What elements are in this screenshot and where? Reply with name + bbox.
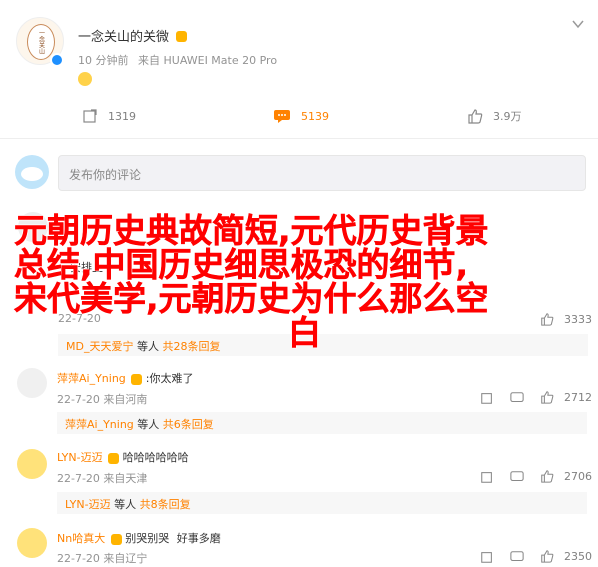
repost-icon[interactable] <box>480 469 494 488</box>
repost-action[interactable]: 1319 <box>82 108 136 124</box>
comment-2-time: 22-7-20 来自河南 <box>57 393 148 406</box>
thumbs-up-icon <box>541 391 554 404</box>
repost-count: 1319 <box>108 109 136 123</box>
thumbs-up-icon <box>541 550 554 563</box>
comment-3-like[interactable]: 2706 <box>540 469 592 483</box>
member-badge-icon <box>176 31 188 42</box>
comment-4-like[interactable]: 2350 <box>540 549 592 563</box>
comment-3-reply[interactable]: LYN-迈迈 等人 共8条回复 <box>57 492 587 514</box>
comment-input[interactable]: 发布你的评论 <box>58 155 586 191</box>
repost-icon <box>83 109 97 123</box>
comment-3-time: 22-7-20 来自天津 <box>57 472 148 485</box>
reply-count-link[interactable]: 共6条回复 <box>163 418 214 431</box>
comment-icon[interactable] <box>510 390 524 409</box>
post-source: 来自 HUAWEI Mate 20 Pro <box>138 54 278 67</box>
action-divider <box>0 138 598 139</box>
post-meta: 10 分钟前 来自 HUAWEI Mate 20 Pro <box>78 52 277 68</box>
repost-icon[interactable] <box>480 390 494 409</box>
comment-2-text: :你太难了 <box>145 372 194 385</box>
comment-icon[interactable] <box>510 549 524 567</box>
comment-4-text: 别哭别哭 <box>125 532 170 545</box>
comment-action[interactable]: 5139 <box>273 108 329 124</box>
comment-3-user[interactable]: LYN-迈迈 <box>57 451 103 464</box>
comment-3-text: 哈哈哈哈哈哈 <box>122 451 189 464</box>
member-badge-icon <box>110 533 122 545</box>
thumbs-up-icon <box>541 470 554 483</box>
member-badge-icon <box>108 452 120 464</box>
comment-icon[interactable] <box>510 469 524 488</box>
comment-count: 5139 <box>301 109 329 123</box>
reply-count-link[interactable]: 共8条回复 <box>140 498 191 511</box>
post-author[interactable]: 一念关山的关微 <box>78 26 188 45</box>
comment-4-extra: 好事多磨 <box>176 532 221 545</box>
like-icon-emoji <box>78 72 92 86</box>
comment-2-avatar[interactable] <box>17 368 47 398</box>
post-time: 10 分钟前 <box>78 54 129 67</box>
comment-4-avatar[interactable] <box>17 528 47 558</box>
repost-icon[interactable] <box>480 549 494 567</box>
overlay-line-4: 白 <box>288 313 322 352</box>
reply-user[interactable]: LYN-迈迈 <box>65 498 111 511</box>
comment-icon <box>274 110 290 123</box>
chevron-down-icon[interactable] <box>571 16 585 30</box>
thumbs-up-icon <box>468 109 483 124</box>
my-avatar <box>15 155 49 189</box>
avatar-text: 一念关山 <box>37 30 45 54</box>
comment-4-user[interactable]: Nn哈真大 <box>57 532 105 545</box>
comment-2-like[interactable]: 2712 <box>540 390 592 404</box>
comment-2-reply[interactable]: 萍萍Ai_Yning 等人 共6条回复 <box>57 412 587 434</box>
comment-2-user[interactable]: 萍萍Ai_Yning <box>57 372 126 385</box>
like-action[interactable]: 3.9万 <box>467 108 522 124</box>
verified-badge-icon <box>50 53 64 67</box>
reply-user[interactable]: 萍萍Ai_Yning <box>65 418 134 431</box>
overlay-title: 元朝历史典故简短,元代历史背景 总结,中国历史细思极恐的细节, 宋代美学,元朝历… <box>14 211 594 352</box>
comment-placeholder: 发布你的评论 <box>69 168 142 182</box>
member-badge-icon <box>131 373 143 385</box>
comment-3-avatar[interactable] <box>17 449 47 479</box>
like-count: 3.9万 <box>493 110 522 123</box>
comment-4-time: 22-7-20 来自辽宁 <box>57 552 148 565</box>
